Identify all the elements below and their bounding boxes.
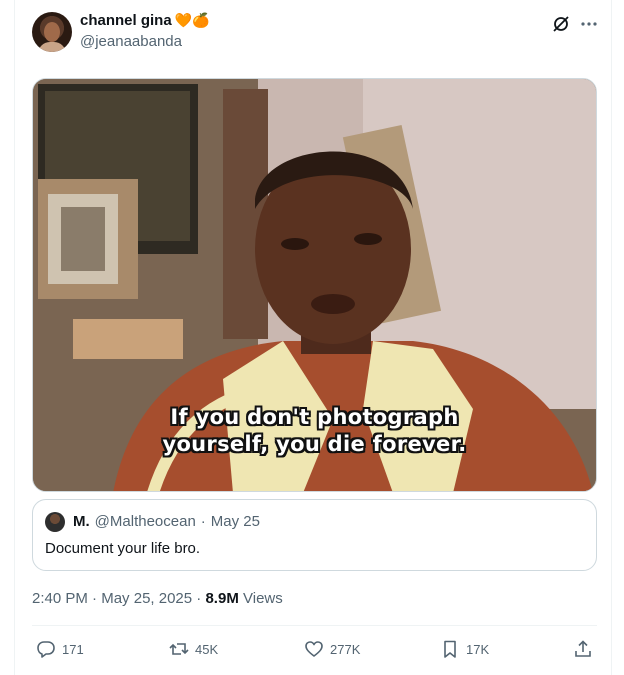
author-avatar[interactable] xyxy=(32,12,72,52)
avatar-shirt xyxy=(38,42,66,52)
views-count: 8.9M xyxy=(205,590,239,607)
views-label: Views xyxy=(243,590,283,607)
like-count: 277K xyxy=(330,641,361,657)
media-scene xyxy=(33,79,596,491)
repost-button[interactable]: 45K xyxy=(169,639,218,659)
bookmark-button[interactable]: 17K xyxy=(440,639,489,659)
like-button[interactable]: 277K xyxy=(304,639,360,659)
author-name[interactable]: channel gina xyxy=(80,12,172,29)
repost-icon xyxy=(169,643,189,655)
quoted-post-date: May 25 xyxy=(210,513,260,530)
reply-count: 171 xyxy=(62,641,84,657)
quoted-author-handle: @Maltheocean xyxy=(94,513,196,530)
avatar-face xyxy=(44,22,60,42)
post-metadata: 2:40 PM · May 25, 2025 · 8.9M Views xyxy=(32,590,283,607)
quoted-post-header: M. @Maltheocean · May 25 xyxy=(73,513,260,530)
repost-count: 45K xyxy=(195,641,219,657)
author-emojis: 🧡🍊 xyxy=(174,12,210,29)
divider xyxy=(32,625,597,626)
meta-separator: · xyxy=(92,590,98,607)
quoted-post[interactable]: M. @Maltheocean · May 25 Document your l… xyxy=(32,499,597,571)
video-subtitle-line-1: If you don't photograph xyxy=(170,405,459,429)
post-media-image[interactable]: If you don't photograph yourself, you di… xyxy=(32,78,597,492)
reply-icon xyxy=(37,641,55,658)
quoted-author-name: M. xyxy=(73,513,90,530)
meta-separator-2: · xyxy=(196,590,202,607)
quoted-separator: · xyxy=(200,513,206,530)
author-name-row[interactable]: channel gina 🧡🍊 xyxy=(80,12,210,29)
reply-button[interactable]: 171 xyxy=(36,639,84,659)
quoted-author-avatar xyxy=(45,512,65,532)
like-icon xyxy=(305,641,323,657)
post-time[interactable]: 2:40 PM xyxy=(32,590,88,607)
bookmark-icon xyxy=(444,640,456,658)
share-button[interactable] xyxy=(573,639,593,659)
grok-icon[interactable] xyxy=(551,14,571,34)
share-icon xyxy=(575,640,591,657)
video-subtitle-line-2: yourself, you die forever. xyxy=(162,432,467,456)
author-handle[interactable]: @jeanaabanda xyxy=(80,33,182,50)
more-icon[interactable] xyxy=(579,14,599,34)
bookmark-count: 17K xyxy=(466,641,490,657)
post-date[interactable]: May 25, 2025 xyxy=(101,590,192,607)
quoted-post-text: Document your life bro. xyxy=(45,540,201,557)
